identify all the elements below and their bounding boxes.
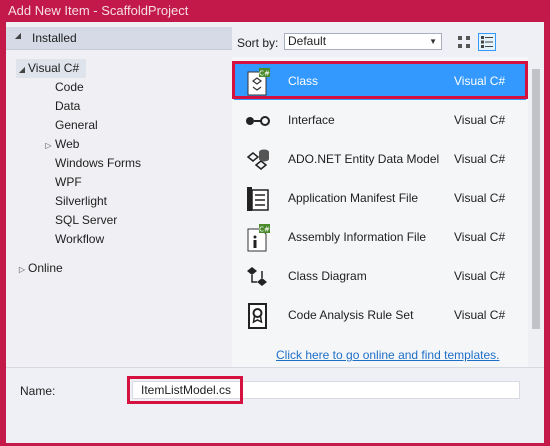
- list-item-ado-net[interactable]: ADO.NET Entity Data Model Visual C#: [234, 140, 526, 178]
- item-name: Application Manifest File: [288, 191, 419, 205]
- chevron-down-icon: ▼: [429, 37, 437, 46]
- rule-set-icon: [248, 303, 267, 329]
- item-language: Visual C#: [454, 308, 506, 322]
- class-diagram-icon: [247, 267, 267, 286]
- svg-text:C#: C#: [259, 226, 270, 234]
- item-language: Visual C#: [454, 74, 506, 88]
- tree-node-visual-csharp[interactable]: ◢ Visual C#: [16, 59, 86, 78]
- tree-node-label: Silverlight: [55, 194, 108, 208]
- collapse-triangle-icon[interactable]: ◢: [12, 31, 24, 40]
- tree-node-label: Code: [55, 80, 84, 94]
- tree-node-code[interactable]: Code: [55, 78, 84, 97]
- name-label: Name:: [20, 384, 56, 398]
- assembly-info-icon: C#: [247, 224, 270, 252]
- add-new-item-window: Add New Item - ScaffoldProject ◢ Install…: [0, 0, 550, 446]
- tree-node-label: Online: [28, 261, 63, 275]
- tree-node-label: WPF: [55, 175, 82, 189]
- window-title: Add New Item - ScaffoldProject: [0, 0, 550, 22]
- tree-node-online[interactable]: ▷ Online: [16, 259, 63, 278]
- item-name: Interface: [288, 113, 335, 127]
- sort-toolbar: Sort by: Default ▼: [232, 27, 544, 57]
- item-language: Visual C#: [454, 269, 506, 283]
- list-item-app-manifest[interactable]: Application Manifest File Visual C#: [234, 179, 526, 217]
- tree-node-sql-server[interactable]: SQL Server: [55, 211, 117, 230]
- scrollbar-thumb[interactable]: [532, 69, 540, 329]
- list-item-assembly-info[interactable]: C# Assembly Information File Visual C#: [234, 218, 526, 256]
- tree-node-label: Workflow: [55, 232, 105, 246]
- small-icons-view-button[interactable]: [455, 33, 473, 51]
- tree-node-web[interactable]: ▷ Web: [42, 135, 79, 154]
- sort-label: Sort by:: [237, 36, 279, 50]
- tree-installed-header[interactable]: ◢ Installed: [6, 27, 232, 50]
- item-language: Visual C#: [454, 113, 506, 127]
- list-item-class-diagram[interactable]: Class Diagram Visual C#: [234, 257, 526, 295]
- tree-node-workflow[interactable]: Workflow: [55, 230, 104, 249]
- tree-node-label: SQL Server: [55, 213, 118, 227]
- list-item-interface[interactable]: Interface Visual C#: [234, 101, 526, 139]
- item-language: Visual C#: [454, 152, 506, 166]
- name-input[interactable]: ItemListModel.cs: [132, 381, 520, 399]
- list-item-code-analysis[interactable]: Code Analysis Rule Set Visual C#: [234, 296, 526, 334]
- expand-triangle-icon[interactable]: ▷: [16, 260, 28, 279]
- tree-node-silverlight[interactable]: Silverlight: [55, 192, 107, 211]
- interface-icon: [246, 116, 270, 126]
- sort-value: Default: [288, 34, 327, 48]
- expand-triangle-icon[interactable]: ◢: [16, 60, 28, 79]
- dialog-body: ◢ Installed ◢ Visual C# Code Data General…: [6, 22, 544, 443]
- item-name: Code Analysis Rule Set: [288, 308, 414, 322]
- entity-model-icon: [246, 149, 269, 170]
- tree-node-label: Web: [55, 137, 80, 151]
- item-language: Visual C#: [454, 191, 506, 205]
- name-input-value: ItemListModel.cs: [141, 383, 232, 397]
- installed-label: Installed: [32, 31, 77, 45]
- list-view-icon: [481, 36, 493, 48]
- item-name: ADO.NET Entity Data Model: [288, 152, 440, 166]
- tree-node-wpf[interactable]: WPF: [55, 173, 82, 192]
- list-view-button[interactable]: [478, 33, 496, 51]
- tree-node-label: Windows Forms: [55, 156, 142, 170]
- expand-triangle-icon[interactable]: ▷: [42, 136, 55, 155]
- template-list: C# Class Visual C# Interface Visual C# A…: [232, 57, 528, 367]
- sort-select[interactable]: Default ▼: [284, 33, 442, 50]
- tree-node-data[interactable]: Data: [55, 97, 80, 116]
- item-name: Assembly Information File: [288, 230, 427, 244]
- name-bar: Name: ItemListModel.cs: [6, 367, 544, 443]
- tree-node-label: Data: [55, 99, 81, 113]
- online-templates-link[interactable]: Click here to go online and find templat…: [276, 348, 499, 362]
- tree-node-label: General: [55, 118, 98, 132]
- tree-node-label: Visual C#: [28, 61, 80, 75]
- grid-view-icon: [458, 36, 470, 48]
- item-language: Visual C#: [454, 230, 506, 244]
- manifest-icon: [247, 187, 269, 211]
- svg-text:C#: C#: [259, 70, 270, 78]
- list-item-class[interactable]: C# Class Visual C#: [234, 62, 526, 100]
- list-scrollbar[interactable]: [528, 57, 544, 367]
- tree-node-windows-forms[interactable]: Windows Forms: [55, 154, 141, 173]
- item-name: Class: [288, 74, 319, 88]
- tree-node-general[interactable]: General: [55, 116, 98, 135]
- item-name: Class Diagram: [288, 269, 367, 283]
- class-icon: C#: [247, 68, 270, 96]
- template-tree: ◢ Installed ◢ Visual C# Code Data General…: [6, 27, 232, 367]
